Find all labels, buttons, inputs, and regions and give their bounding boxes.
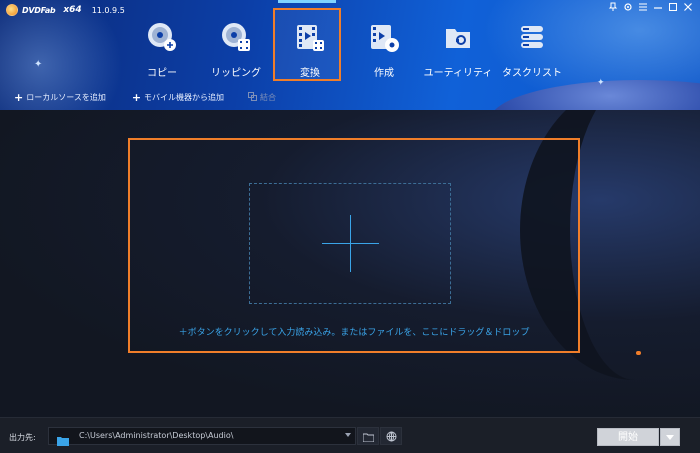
mode-tabs: コピー リッピング 変換 作成 ユーティリティ タスクリスト [125,8,569,82]
sparkle-icon: ✦ [597,78,605,88]
tab-utility[interactable]: ユーティリティ [421,8,495,82]
pin-icon[interactable] [606,2,620,16]
dvdfab-window: ✦ ✦ DVDFab x64 11.0.9.5 コピー リッピング 変換 作成 … [0,0,700,453]
disc-copy-icon [145,20,179,54]
film-convert-icon [293,20,327,54]
merge-label: 結合 [260,92,277,102]
tab-copy-label: コピー [147,68,177,79]
plus-icon: + [14,90,24,104]
output-label: 出力先: [9,433,36,442]
tab-convert-label: 変換 [300,68,320,79]
chevron-down-icon[interactable] [345,433,351,437]
tab-convert[interactable]: 変換 [273,8,347,82]
add-local-source-label: ローカルソースを追加 [26,92,106,102]
gear-icon[interactable] [621,2,635,16]
film-disc-create-icon [367,20,401,54]
orange-dot-marker [636,351,641,355]
merge-icon [248,91,258,103]
add-local-source-button[interactable]: + ローカルソースを追加 [14,91,106,104]
web-button[interactable] [380,427,402,445]
output-path-field[interactable]: C:\Users\Administrator\Desktop\Audio\ [48,427,356,446]
app-version: 11.0.9.5 [91,5,125,15]
active-mode-indicator [278,0,336,3]
plus-icon: + [131,90,142,104]
start-button[interactable]: 開始 [597,428,659,446]
tab-create-label: 作成 [374,68,394,79]
tab-ripping[interactable]: リッピング [199,8,273,82]
add-plus-icon-vertical[interactable] [350,215,351,272]
menu-icon[interactable] [636,2,650,16]
tab-tasklist-label: タスクリスト [502,68,562,79]
tab-create[interactable]: 作成 [347,8,421,82]
chevron-down-icon [666,434,674,440]
footer-bar: 出力先: C:\Users\Administrator\Desktop\Audi… [0,417,700,453]
output-path-value: C:\Users\Administrator\Desktop\Audio\ [79,431,234,440]
header-bar: ✦ ✦ DVDFab x64 11.0.9.5 コピー リッピング 変換 作成 … [0,0,700,110]
folder-icon [57,431,69,446]
merge-button[interactable]: 結合 [248,91,277,103]
maximize-icon[interactable] [666,2,680,16]
browse-folder-button[interactable] [357,427,379,445]
add-mobile-device-label: モバイル機器から追加 [144,92,225,102]
source-toolbar: + ローカルソースを追加 + モバイル機器から追加 結合 [0,88,470,106]
drop-hint-text: ＋ボタンをクリックして入力読み込み。またはファイルを、ここにドラッグ＆ドロップ [178,328,530,338]
globe-icon [386,427,397,446]
brand: DVDFab x64 11.0.9.5 [6,3,125,17]
close-icon[interactable] [681,2,695,16]
toolbox-icon [441,20,475,54]
brand-arch: x64 [63,5,82,15]
open-folder-icon [362,427,374,446]
tab-ripping-label: リッピング [211,68,261,79]
add-mobile-device-button[interactable]: + モバイル機器から追加 [132,91,224,104]
disc-rip-icon [219,20,253,54]
tab-tasklist[interactable]: タスクリスト [495,8,569,82]
minimize-icon[interactable] [651,2,665,16]
sparkle-icon: ✦ [34,59,43,70]
start-options-button[interactable] [660,428,680,446]
tab-utility-label: ユーティリティ [423,68,493,79]
tab-copy[interactable]: コピー [125,8,199,82]
task-list-icon [515,20,549,54]
dvdfab-logo-icon [6,4,18,16]
brand-name: DVDFab [22,5,56,15]
